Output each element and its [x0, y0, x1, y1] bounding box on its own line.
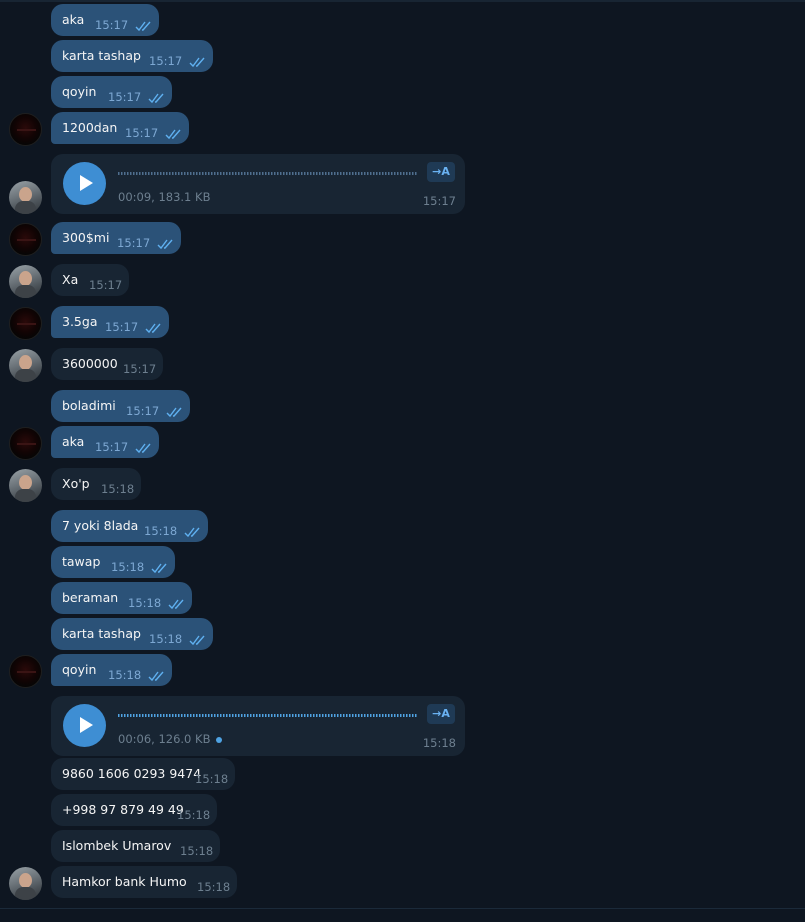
read-check-icon	[148, 671, 164, 682]
message-text: 1200dan	[62, 120, 118, 135]
play-icon[interactable]	[63, 704, 106, 747]
message-bubble[interactable]: 3.5ga 15:17	[51, 306, 169, 338]
voice-message[interactable]: 00:06, 126.0 KB →A 15:18	[51, 696, 465, 756]
transcribe-button[interactable]: →A	[427, 162, 455, 182]
message-text: boladimi	[62, 398, 116, 413]
message-bubble[interactable]: 7 yoki 8lada 15:18	[51, 510, 208, 542]
message-time: 15:17	[126, 404, 160, 418]
avatar[interactable]	[9, 307, 42, 340]
message-text: 7 yoki 8lada	[62, 518, 139, 533]
avatar[interactable]	[9, 867, 42, 900]
message-time: 15:17	[422, 194, 456, 208]
avatar[interactable]	[9, 469, 42, 502]
message-time: 15:18	[197, 880, 231, 894]
message-time: 15:18	[177, 808, 211, 822]
avatar[interactable]	[9, 113, 42, 146]
message-time: 15:18	[422, 736, 456, 750]
message-time: 15:17	[108, 90, 142, 104]
message-bubble[interactable]: beraman 15:18	[51, 582, 192, 614]
message-time: 15:17	[117, 236, 151, 250]
message-bubble[interactable]: Islombek Umarov 15:18	[51, 830, 220, 862]
read-check-icon	[165, 129, 181, 140]
message-text: tawap	[62, 554, 101, 569]
voice-meta: 00:06, 126.0 KB	[118, 732, 223, 746]
avatar[interactable]	[9, 427, 42, 460]
read-check-icon	[148, 93, 164, 104]
message-text: Hamkor bank Humo	[62, 874, 187, 889]
avatar[interactable]	[9, 181, 42, 214]
message-bubble[interactable]: qoyin 15:18	[51, 654, 172, 686]
message-bubble[interactable]: tawap 15:18	[51, 546, 175, 578]
message-bubble[interactable]: qoyin 15:17	[51, 76, 172, 108]
message-time: 15:18	[149, 632, 183, 646]
message-bubble[interactable]: karta tashap 15:17	[51, 40, 213, 72]
read-check-icon	[189, 57, 205, 68]
message-text: 9860 1606 0293 9474	[62, 766, 202, 781]
message-text: Xa	[62, 272, 79, 287]
message-text: 3.5ga	[62, 314, 98, 329]
message-time: 15:17	[149, 54, 183, 68]
read-check-icon	[157, 239, 173, 250]
message-bubble[interactable]: 3600000 15:17	[51, 348, 163, 380]
message-time: 15:18	[180, 844, 214, 858]
message-bubble[interactable]: Xo'p 15:18	[51, 468, 141, 500]
read-check-icon	[135, 443, 151, 454]
message-time: 15:17	[95, 18, 129, 32]
avatar[interactable]	[9, 349, 42, 382]
message-text: qoyin	[62, 84, 97, 99]
message-bubble[interactable]: 300$mi 15:17	[51, 222, 181, 254]
message-time: 15:18	[128, 596, 162, 610]
message-bubble[interactable]: karta tashap 15:18	[51, 618, 213, 650]
message-bubble[interactable]: boladimi 15:17	[51, 390, 190, 422]
message-text: beraman	[62, 590, 119, 605]
message-text: 300$mi	[62, 230, 110, 245]
voice-message[interactable]: 00:09, 183.1 KB →A 15:17	[51, 154, 465, 214]
message-time: 15:17	[123, 362, 157, 376]
avatar[interactable]	[9, 265, 42, 298]
transcribe-button[interactable]: →A	[427, 704, 455, 724]
voice-waveform[interactable]	[118, 172, 418, 175]
message-time: 15:17	[105, 320, 139, 334]
message-time: 15:18	[101, 482, 135, 496]
message-text: qoyin	[62, 662, 97, 677]
message-time: 15:17	[89, 278, 123, 292]
unplayed-dot-icon	[216, 736, 223, 743]
read-check-icon	[168, 599, 184, 610]
read-check-icon	[135, 21, 151, 32]
message-bubble[interactable]: Xa 15:17	[51, 264, 129, 296]
message-text: Islombek Umarov	[62, 838, 172, 853]
message-time: 15:17	[95, 440, 129, 454]
message-bubble[interactable]: 9860 1606 0293 9474 15:18	[51, 758, 235, 790]
composer-border	[0, 908, 805, 922]
message-text: 3600000	[62, 356, 118, 371]
message-time: 15:18	[111, 560, 145, 574]
read-check-icon	[184, 527, 200, 538]
message-time: 15:18	[195, 772, 229, 786]
message-bubble[interactable]: aka 15:17	[51, 4, 159, 36]
message-text: +998 97 879 49 49	[62, 802, 184, 817]
avatar[interactable]	[9, 655, 42, 688]
read-check-icon	[166, 407, 182, 418]
message-text: karta tashap	[62, 48, 141, 63]
play-icon[interactable]	[63, 162, 106, 205]
message-text: karta tashap	[62, 626, 141, 641]
message-bubble[interactable]: +998 97 879 49 49 15:18	[51, 794, 217, 826]
message-time: 15:17	[125, 126, 159, 140]
voice-waveform[interactable]	[118, 714, 418, 717]
avatar[interactable]	[9, 223, 42, 256]
message-list[interactable]: aka 15:17 karta tashap 15:17 qoyin 15:17…	[0, 0, 805, 908]
message-time: 15:18	[144, 524, 178, 538]
message-bubble[interactable]: 1200dan 15:17	[51, 112, 189, 144]
message-text: aka	[62, 434, 85, 449]
voice-meta: 00:09, 183.1 KB	[118, 190, 211, 204]
message-text: aka	[62, 12, 85, 27]
message-time: 15:18	[108, 668, 142, 682]
message-bubble[interactable]: aka 15:17	[51, 426, 159, 458]
message-text: Xo'p	[62, 476, 90, 491]
read-check-icon	[189, 635, 205, 646]
read-check-icon	[151, 563, 167, 574]
message-bubble[interactable]: Hamkor bank Humo 15:18	[51, 866, 237, 898]
read-check-icon	[145, 323, 161, 334]
